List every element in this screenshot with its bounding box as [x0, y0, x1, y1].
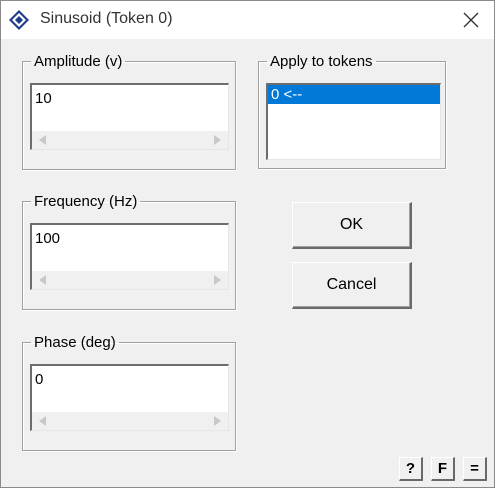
cancel-button[interactable]: Cancel	[292, 262, 412, 309]
sinusoid-dialog: Sinusoid (Token 0) Amplitude (v) 10 Freq…	[0, 0, 495, 488]
help-button[interactable]: ?	[399, 457, 423, 481]
amplitude-label: Amplitude (v)	[34, 53, 123, 70]
frequency-group: Frequency (Hz) 100	[22, 193, 236, 310]
scroll-right-arrow-icon[interactable]	[212, 135, 222, 145]
tokens-listbox[interactable]: 0 <--	[266, 83, 441, 160]
frequency-field[interactable]: 100	[30, 223, 229, 290]
scroll-right-arrow-icon[interactable]	[212, 416, 222, 426]
phase-group: Phase (deg) 0	[22, 334, 236, 451]
scroll-left-arrow-icon[interactable]	[38, 275, 48, 285]
ok-button[interactable]: OK	[292, 202, 412, 249]
frequency-label: Frequency (Hz)	[34, 193, 138, 210]
f-button[interactable]: F	[431, 457, 455, 481]
scroll-right-arrow-icon[interactable]	[212, 275, 222, 285]
phase-label: Phase (deg)	[34, 334, 116, 351]
scroll-left-arrow-icon[interactable]	[38, 416, 48, 426]
equals-button[interactable]: =	[463, 457, 487, 481]
amplitude-scrollbar[interactable]	[32, 131, 228, 149]
window-title: Sinusoid (Token 0)	[40, 10, 173, 27]
apply-tokens-label: Apply to tokens	[270, 53, 373, 70]
amplitude-value: 10	[35, 90, 52, 107]
apply-tokens-group: Apply to tokens 0 <--	[258, 53, 446, 169]
scroll-left-arrow-icon[interactable]	[38, 135, 48, 145]
phase-value: 0	[35, 371, 44, 388]
close-button[interactable]	[448, 1, 494, 39]
amplitude-field[interactable]: 10	[30, 83, 229, 150]
frequency-scrollbar[interactable]	[32, 271, 228, 289]
close-x-icon	[463, 12, 479, 28]
phase-scrollbar[interactable]	[32, 412, 228, 430]
list-item-selected[interactable]: 0 <--	[268, 85, 440, 104]
diamond-app-icon	[9, 10, 29, 30]
phase-field[interactable]: 0	[30, 364, 229, 431]
frequency-value: 100	[35, 230, 61, 247]
title-bar[interactable]: Sinusoid (Token 0)	[1, 1, 494, 39]
amplitude-group: Amplitude (v) 10	[22, 53, 236, 170]
